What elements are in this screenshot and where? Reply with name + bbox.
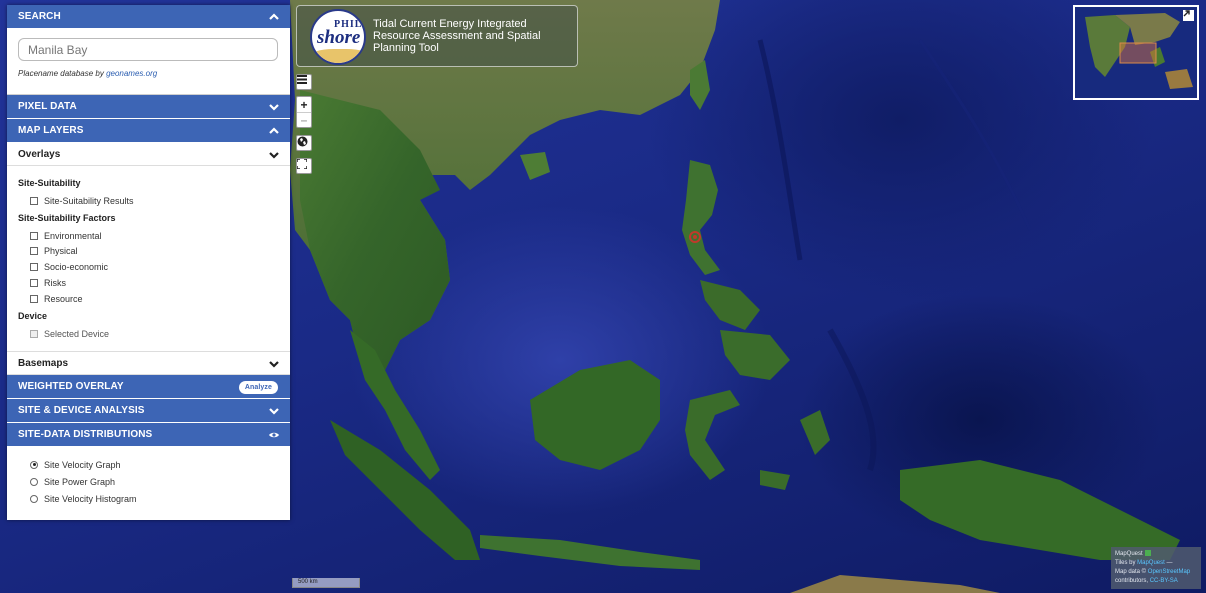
overlay-option-selected-device[interactable]: Selected Device	[18, 326, 279, 342]
radio-button[interactable]	[30, 477, 38, 486]
pixel-data-header[interactable]: PIXEL DATA	[7, 95, 290, 119]
weighted-overlay-header[interactable]: WEIGHTED OVERLAY Analyze	[7, 375, 290, 399]
overview-minimap[interactable]	[1073, 5, 1199, 100]
group-title: Site-Suitability	[18, 178, 81, 188]
checkbox[interactable]	[30, 263, 38, 272]
site-device-analysis-header[interactable]: SITE & DEVICE ANALYSIS	[7, 399, 290, 423]
radio-button[interactable]	[30, 460, 38, 469]
chevron-down-icon	[269, 104, 279, 111]
logo-text-main: shore	[317, 27, 361, 48]
zoom-in-button[interactable]: +	[297, 97, 311, 112]
overlay-option-site-suitability-results[interactable]: Site-Suitability Results	[18, 193, 279, 209]
radio-button[interactable]	[30, 494, 38, 503]
radio-site-velocity-graph[interactable]: Site Velocity Graph	[18, 456, 279, 473]
search-input[interactable]	[18, 38, 278, 61]
overlay-option-physical[interactable]: Physical	[18, 244, 279, 260]
cc-by-sa-link[interactable]: CC-BY-SA	[1150, 578, 1178, 584]
overlay-option-environmental[interactable]: Environmental	[18, 228, 279, 244]
chevron-up-icon	[269, 13, 279, 20]
checkbox[interactable]	[30, 279, 38, 288]
expand-arrow-icon	[1183, 10, 1190, 17]
philshore-logo: PHIL shore	[310, 9, 366, 65]
overlay-option-socio-economic[interactable]: Socio-economic	[18, 259, 279, 275]
chevron-up-icon	[269, 127, 279, 134]
overlays-header[interactable]: Overlays	[7, 143, 290, 166]
app-title-box: PHIL shore Tidal Current Energy Integrat…	[296, 5, 578, 67]
app-title: Tidal Current Energy Integrated Resource…	[373, 18, 541, 54]
fullscreen-button[interactable]	[296, 158, 312, 174]
checkbox[interactable]	[30, 247, 38, 256]
chevron-down-icon	[269, 152, 279, 159]
zoom-control: + –	[296, 96, 312, 128]
scale-bar: 500 km	[292, 578, 360, 588]
overlay-option-resource[interactable]: Resource	[18, 291, 279, 307]
openstreetmap-link[interactable]: OpenStreetMap	[1148, 569, 1190, 575]
group-title: Device	[18, 310, 48, 321]
overlay-option-risks[interactable]: Risks	[18, 275, 279, 291]
overlays-list: Site-Suitability Site-Suitability Result…	[7, 166, 290, 352]
minimap-image	[1075, 7, 1197, 98]
radio-site-velocity-histogram[interactable]: Site Velocity Histogram	[18, 490, 279, 507]
search-section: Placename database by geonames.org	[7, 29, 290, 95]
minimap-toggle-button[interactable]	[1183, 10, 1194, 21]
checkbox[interactable]	[30, 231, 38, 240]
radio-site-power-graph[interactable]: Site Power Graph	[18, 473, 279, 490]
map-layers-header[interactable]: MAP LAYERS	[7, 119, 290, 143]
hamburger-icon	[297, 75, 307, 84]
fullscreen-icon	[297, 159, 307, 169]
distribution-options: Site Velocity Graph Site Power Graph Sit…	[7, 447, 290, 516]
placename-attribution: Placename database by geonames.org	[18, 69, 158, 78]
checkbox[interactable]	[30, 196, 38, 205]
basemaps-header[interactable]: Basemaps	[7, 352, 290, 375]
sidebar-panel: SEARCH Placename database by geonames.or…	[7, 5, 290, 520]
group-title: Site-Suitability Factors	[18, 212, 116, 223]
eye-icon[interactable]	[268, 429, 280, 441]
geonames-link[interactable]: geonames.org	[106, 69, 157, 78]
checkbox[interactable]	[30, 294, 38, 303]
analyze-button[interactable]: Analyze	[238, 381, 278, 394]
checkbox[interactable]	[30, 329, 38, 338]
mapquest-badge-icon	[1144, 550, 1151, 557]
chevron-down-icon	[269, 408, 279, 415]
globe-button[interactable]	[296, 135, 312, 151]
layers-menu-button[interactable]	[296, 74, 312, 90]
zoom-out-button[interactable]: –	[297, 112, 311, 127]
map-attribution: MapQuest Tiles by MapQuest — Map data © …	[1111, 547, 1201, 589]
attrib-line1: MapQuest	[1115, 551, 1143, 557]
globe-icon	[297, 136, 308, 147]
site-data-distributions-header[interactable]: SITE-DATA DISTRIBUTIONS	[7, 423, 290, 447]
chevron-down-icon	[269, 361, 279, 368]
mapquest-link[interactable]: MapQuest	[1137, 560, 1165, 566]
search-header[interactable]: SEARCH	[7, 5, 290, 29]
